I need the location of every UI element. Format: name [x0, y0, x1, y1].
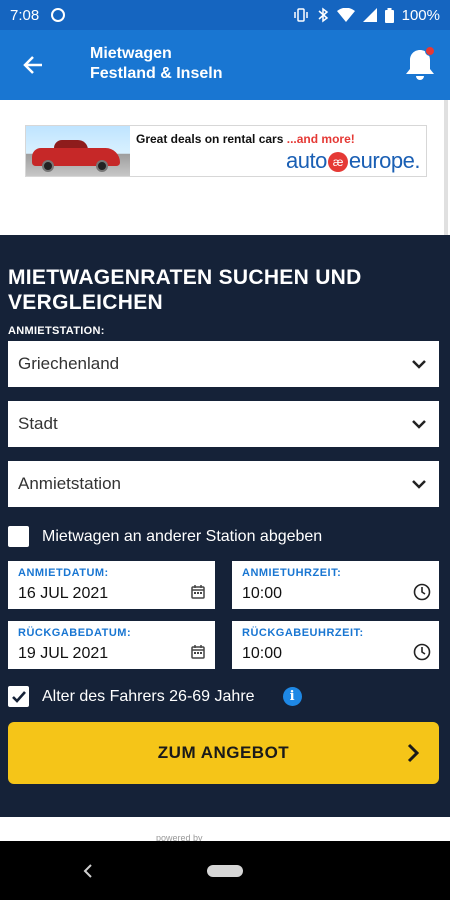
return-date-field[interactable]: RÜCKGABEDATUM: 19 JUL 2021	[8, 621, 215, 669]
other-station-checkbox[interactable]	[8, 526, 29, 547]
app-bar: Mietwagen Festland & Inseln	[0, 30, 450, 100]
other-station-label: Mietwagen an anderer Station abgeben	[42, 527, 323, 545]
status-bar: 7:08 100%	[0, 0, 450, 30]
back-arrow-icon	[23, 56, 42, 74]
country-value: Griechenland	[18, 354, 120, 373]
driver-age-label: Alter des Fahrers 26-69 Jahre	[42, 687, 255, 705]
pickup-date-value: 16 JUL 2021	[18, 585, 109, 602]
sync-icon	[51, 8, 66, 22]
pickup-time-label: ANMIETUHRZEIT:	[242, 567, 342, 579]
status-icons: 100%	[293, 7, 440, 24]
system-nav-bar	[0, 841, 450, 900]
nav-back-icon[interactable]	[80, 861, 96, 881]
battery-percent: 100%	[401, 6, 440, 24]
return-time-value: 10:00	[242, 645, 283, 662]
city-select[interactable]: Stadt	[8, 401, 439, 447]
clock-icon	[413, 583, 431, 601]
back-button[interactable]	[18, 50, 48, 80]
page-title: Mietwagen Festland & Inseln	[90, 44, 222, 84]
pickup-station-label: ANMIETSTATION:	[8, 325, 105, 337]
submit-offer-button[interactable]: ZUM ANGEBOT	[8, 722, 439, 784]
return-date-value: 19 JUL 2021	[18, 645, 109, 662]
title-line-1: Mietwagen	[90, 45, 172, 62]
ad-text: Great deals on rental cars ...and more! …	[130, 126, 426, 176]
calendar-icon	[189, 643, 207, 661]
other-station-row: Mietwagen an anderer Station abgeben	[8, 526, 322, 547]
pickup-date-label: ANMIETDATUM:	[18, 567, 109, 579]
bluetooth-icon	[318, 7, 328, 23]
search-form: MIETWAGENRATEN SUCHEN UND VERGLEICHEN AN…	[0, 235, 450, 817]
notification-badge	[425, 46, 435, 56]
driver-age-row: Alter des Fahrers 26-69 Jahre i	[8, 686, 302, 707]
city-value: Stadt	[18, 414, 58, 433]
driver-age-checkbox[interactable]	[8, 686, 29, 707]
return-time-field[interactable]: RÜCKGABEUHRZEIT: 10:00	[232, 621, 439, 669]
return-time-label: RÜCKGABEUHRZEIT:	[242, 627, 364, 639]
signal-icon	[362, 8, 377, 22]
vibrate-icon	[293, 8, 308, 22]
form-heading: MIETWAGENRATEN SUCHEN UND VERGLEICHEN	[8, 266, 362, 314]
battery-icon	[384, 7, 394, 23]
checkmark-icon	[11, 690, 26, 703]
clock-icon	[413, 643, 431, 661]
pickup-date-field[interactable]: ANMIETDATUM: 16 JUL 2021	[8, 561, 215, 609]
ad-banner[interactable]: Great deals on rental cars ...and more! …	[25, 125, 427, 177]
pickup-time-value: 10:00	[242, 585, 283, 602]
title-line-2: Festland & Inseln	[90, 65, 223, 82]
return-date-label: RÜCKGABEDATUM:	[18, 627, 132, 639]
scrollbar[interactable]	[444, 100, 448, 235]
notifications-button[interactable]	[402, 44, 438, 84]
chevron-down-icon	[409, 414, 429, 434]
nav-home-pill[interactable]	[207, 865, 243, 877]
country-select[interactable]: Griechenland	[8, 341, 439, 387]
info-icon[interactable]: i	[282, 687, 302, 706]
station-value: Anmietstation	[18, 474, 121, 493]
submit-offer-label: ZUM ANGEBOT	[157, 743, 290, 762]
auto-europe-logo: auto æ europe.	[286, 148, 420, 173]
ad-tagline: Great deals on rental cars ...and more!	[136, 132, 355, 146]
status-time: 7:08	[10, 6, 40, 24]
footer: powered by	[0, 817, 450, 843]
car-image	[26, 126, 130, 176]
pickup-time-field[interactable]: ANMIETUHRZEIT: 10:00	[232, 561, 439, 609]
calendar-icon	[189, 583, 207, 601]
wifi-icon	[336, 8, 355, 22]
chevron-down-icon	[409, 474, 429, 494]
ad-area: Great deals on rental cars ...and more! …	[0, 100, 450, 235]
chevron-right-icon	[401, 741, 425, 765]
station-select[interactable]: Anmietstation	[8, 461, 439, 507]
chevron-down-icon	[409, 354, 429, 374]
